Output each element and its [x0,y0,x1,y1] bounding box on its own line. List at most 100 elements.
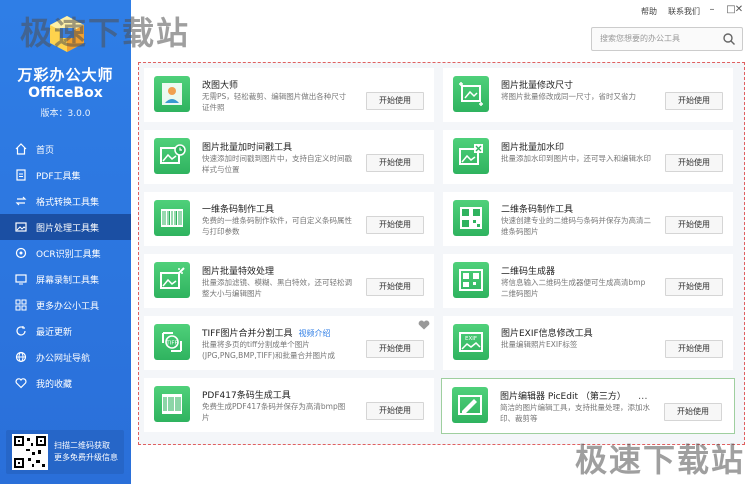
tool-desc: 快速创建专业的二维码与条码并保存为高清二维条码图片 [501,216,651,236]
tool-thumb [154,138,190,174]
qr-promo[interactable]: 扫描二维码获取 更多免费升级信息 [6,430,124,474]
convert-icon [14,194,28,208]
sidebar-nav: 首页 PDF工具集 格式转换工具集 图片处理工具集 OCR识别工具集 屏幕录制工… [0,136,131,396]
start-button[interactable]: 开始使用 [366,402,424,420]
tool-thumb [154,200,190,236]
tool-desc: 批量添加水印到图片中，还可导入和编辑水印 [501,154,651,163]
tool-desc: 简洁的图片编辑工具，支持批量处理，添加水印、裁剪等 [500,403,650,423]
start-button[interactable]: 开始使用 [366,154,424,172]
tool-thumb: TIFF [154,324,190,360]
sidebar-item-nav-sites[interactable]: 办公网址导航 [0,344,131,370]
tool-title: 二维条码制作工具 [501,205,574,215]
help-link[interactable]: 帮助 [641,6,657,17]
tool-thumb [453,262,489,298]
tool-card[interactable]: 二维条码制作工具 快速创建专业的二维码与条码并保存为高清二维条码图片 开始使用 [443,192,733,246]
minimize-icon[interactable]: – [706,4,718,16]
effects-image-icon [160,267,185,289]
start-button[interactable]: 开始使用 [366,340,424,358]
tool-title: 图片批量修改尺寸 [501,81,574,91]
sidebar-item-label: 图片处理工具集 [36,223,100,234]
start-button[interactable]: 开始使用 [366,278,424,296]
search-input[interactable]: 搜索您想要的办公工具 [591,27,743,51]
tool-desc: 批量编辑照片EXIF标签 [501,340,578,349]
pdf417-barcode-icon [162,394,182,414]
start-button[interactable]: 开始使用 [665,340,723,358]
qr-text: 扫描二维码获取 更多免费升级信息 [54,440,118,464]
tool-card[interactable]: TIFF TIFF图片合并分割工具 视频介绍 批量将多页的tiff分割成单个图片(… [144,316,434,370]
tool-card[interactable]: 改图大师 无需PS，轻松裁剪、编辑图片做出各种尺寸证件照 开始使用 [144,68,434,122]
start-button[interactable]: 开始使用 [665,92,723,110]
tool-desc: 批量将多页的tiff分割成单个图片(JPG,PNG,BMP,TIFF)和批量合并… [202,340,336,360]
tool-card[interactable]: 二维码生成器 将信息输入二维码生成器便可生成高清bmp二维码图片 开始使用 [443,254,733,308]
tool-title: 图片EXIF信息修改工具 [501,329,593,339]
qr-barcode-icon [460,207,482,229]
start-button[interactable]: 开始使用 [366,92,424,110]
pic-edit-icon [458,395,482,415]
sidebar-item-label: 最近更新 [36,327,73,338]
qr-text-line2: 更多免费升级信息 [54,453,118,462]
tool-thumb [154,262,190,298]
sidebar-item-ocr[interactable]: OCR识别工具集 [0,240,131,266]
tools-panel: 改图大师 无需PS，轻松裁剪、编辑图片做出各种尺寸证件照 开始使用 图片批量修改… [138,62,745,445]
screen-record-icon [14,272,28,286]
sidebar-item-convert[interactable]: 格式转换工具集 [0,188,131,214]
search-icon[interactable] [722,32,736,46]
sidebar-item-recent[interactable]: 最近更新 [0,318,131,344]
sidebar-item-label: 我的收藏 [36,379,73,390]
exif-image-icon: EXIF [459,332,483,352]
tool-card[interactable]: PDF417条码生成工具 免费生成PDF417条码并保存为高清bmp图片 开始使… [144,378,434,432]
pdf-icon [14,168,28,182]
tool-card[interactable]: 一维条码制作工具 免费的一维条码制作软件，可自定义条码属性与打印参数 开始使用 [144,192,434,246]
tool-title: 一维条码制作工具 [202,205,275,215]
tiff-icon: TIFF [162,332,182,352]
video-intro-link[interactable]: 视频介绍 [299,329,331,338]
contact-link[interactable]: 联系我们 [668,6,700,17]
grid-icon [14,298,28,312]
tool-card[interactable]: EXIF 图片EXIF信息修改工具 批量编辑照片EXIF标签 开始使用 [443,316,733,370]
image-icon [14,220,28,234]
more-options-icon[interactable]: ... [638,391,648,402]
tool-card[interactable]: 图片批量修改尺寸 将图片批量修改成同一尺寸，省时又省力 开始使用 [443,68,733,122]
sidebar-item-screen-record[interactable]: 屏幕录制工具集 [0,266,131,292]
tool-title: PDF417条码生成工具 [202,391,291,401]
tool-title-text: TIFF图片合并分割工具 [202,329,293,339]
tool-title: 图片批量加水印 [501,143,565,153]
favorite-heart-icon[interactable] [418,320,430,330]
sidebar-item-label: PDF工具集 [36,171,81,182]
sidebar: 万彩办公大师 OfficeBox 版本：3.0.0 首页 PDF工具集 格式转换… [0,0,131,484]
timestamp-image-icon [160,144,186,164]
close-icon[interactable]: ✕ [733,4,745,16]
tool-title: 图片批量特效处理 [202,267,275,277]
qr-code-icon [12,434,48,470]
tool-title: TIFF图片合并分割工具 视频介绍 [202,326,331,339]
tool-thumb [154,76,190,112]
sidebar-item-pdf[interactable]: PDF工具集 [0,162,131,188]
sidebar-item-label: 更多办公小工具 [36,301,100,312]
start-button[interactable]: 开始使用 [665,154,723,172]
home-icon [14,142,28,156]
brand-name-en: OfficeBox [28,85,103,101]
site-watermark-bottom: 极速下载站 [575,441,746,479]
refresh-icon [14,324,28,338]
start-button[interactable]: 开始使用 [665,216,723,234]
tool-desc: 免费的一维条码制作软件，可自定义条码属性与打印参数 [202,216,352,236]
barcode-icon [161,209,183,227]
tool-desc: 将图片批量修改成同一尺寸，省时又省力 [501,92,636,101]
sidebar-item-label: 屏幕录制工具集 [36,275,100,286]
tool-desc: 快速添加时间戳到图片中，支持自定义时间戳样式与位置 [202,154,352,174]
sidebar-item-label: 格式转换工具集 [36,197,100,208]
start-button[interactable]: 开始使用 [665,278,723,296]
tool-card[interactable]: 图片编辑器 PicEdit （第三方） ... 简洁的图片编辑工具，支持批量处理… [441,378,735,434]
tool-title: 二维码生成器 [501,267,556,277]
start-button[interactable]: 开始使用 [366,216,424,234]
qr-generator-icon [459,269,483,291]
tool-card[interactable]: 图片批量加水印 批量添加水印到图片中，还可导入和编辑水印 开始使用 [443,130,733,184]
tool-card[interactable]: 图片批量特效处理 批量添加滤镜、模糊、黑白特效，还可轻松调整大小与编辑图片 开始… [144,254,434,308]
start-button[interactable]: 开始使用 [664,403,722,421]
tool-title: 图片批量加时间戳工具 [202,143,293,153]
sidebar-item-image[interactable]: 图片处理工具集 [0,214,131,240]
tool-card[interactable]: 图片批量加时间戳工具 快速添加时间戳到图片中，支持自定义时间戳样式与位置 开始使… [144,130,434,184]
sidebar-item-more-tools[interactable]: 更多办公小工具 [0,292,131,318]
sidebar-item-home[interactable]: 首页 [0,136,131,162]
sidebar-item-favorites[interactable]: 我的收藏 [0,370,131,396]
